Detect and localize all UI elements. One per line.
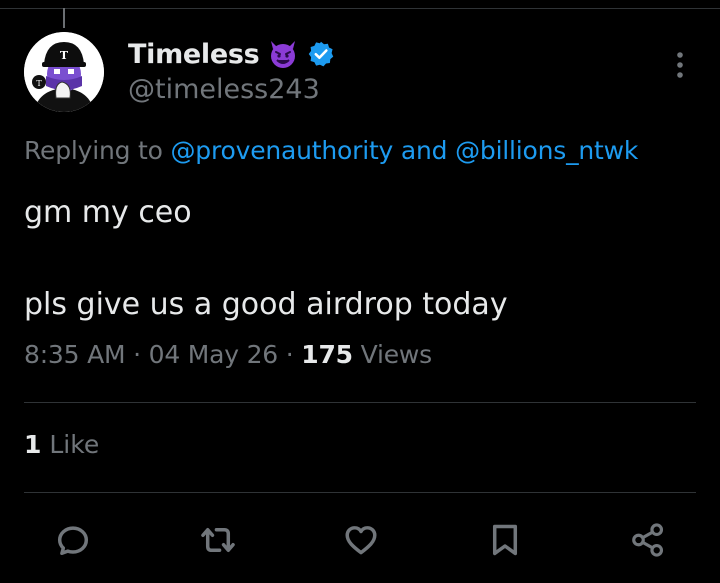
replying-to-joiner: and	[400, 136, 448, 165]
likes-summary[interactable]: 1 Like	[24, 430, 99, 459]
mention-link-provenauthority[interactable]: @provenauthority	[171, 136, 394, 165]
views-label: Views	[360, 340, 433, 369]
avatar-illustration: T T	[24, 32, 104, 112]
top-divider	[0, 8, 720, 9]
display-name[interactable]: Timeless	[128, 39, 260, 70]
like-button[interactable]	[339, 518, 383, 562]
repost-button[interactable]	[196, 518, 240, 562]
tweet-date[interactable]: 04 May 26	[149, 340, 279, 369]
share-button[interactable]	[626, 518, 670, 562]
more-options-button[interactable]	[664, 48, 696, 82]
smiling-face-with-horns-icon	[271, 41, 296, 68]
likes-count: 1	[24, 430, 42, 459]
reply-icon	[57, 526, 89, 556]
verified-badge-icon[interactable]	[307, 40, 335, 68]
replying-to-line: Replying to @provenauthority and @billio…	[24, 136, 638, 165]
author-handle[interactable]: @timeless243	[128, 74, 320, 105]
avatar-cap-letter: T	[60, 49, 69, 62]
mention-link-billions-ntwk[interactable]: @billions_ntwk	[455, 136, 638, 165]
tweet-action-bar	[0, 518, 720, 562]
meta-separator: ·	[285, 340, 294, 369]
views-count: 175	[301, 340, 353, 369]
engagement-divider	[24, 492, 696, 493]
share-icon	[632, 523, 664, 557]
bookmark-icon	[492, 524, 518, 556]
author-name-row: Timeless	[128, 36, 335, 72]
meta-separator: ·	[133, 340, 141, 369]
svg-text:T: T	[36, 79, 42, 88]
likes-label: Like	[49, 430, 100, 459]
repost-icon	[201, 527, 235, 553]
more-vertical-icon	[677, 52, 683, 78]
avatar[interactable]: T T	[24, 32, 104, 112]
tweet-time[interactable]: 8:35 AM	[24, 340, 126, 369]
meta-divider	[24, 402, 696, 403]
thread-connector-line	[63, 8, 65, 28]
reply-button[interactable]	[51, 518, 95, 562]
heart-icon	[345, 526, 377, 555]
replying-to-prefix: Replying to	[24, 136, 163, 165]
tweet-text-line-2: pls give us a good airdrop today	[24, 287, 508, 322]
tweet-text-line-1: gm my ceo	[24, 195, 192, 230]
tweet-meta: 8:35 AM · 04 May 26 · 175 Views	[24, 340, 432, 369]
bookmark-button[interactable]	[483, 518, 527, 562]
tweet-text: gm my ceo pls give us a good airdrop tod…	[24, 190, 694, 328]
